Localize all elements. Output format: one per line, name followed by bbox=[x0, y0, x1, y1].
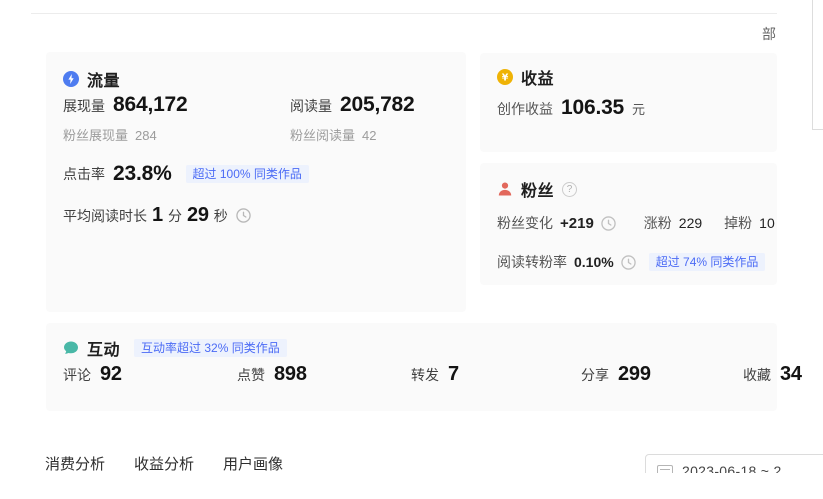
fan-gain-label: 涨粉 bbox=[644, 213, 672, 233]
avg-read-seconds: 29 bbox=[187, 204, 209, 227]
coin-icon: ¥ bbox=[497, 69, 513, 85]
fan-impressions-metric: 粉丝展现量 284 bbox=[63, 125, 157, 144]
help-icon[interactable]: ? bbox=[562, 182, 577, 197]
top-divider bbox=[31, 13, 777, 14]
favorites-label: 收藏 bbox=[743, 365, 771, 385]
right-popover-edge bbox=[812, 0, 823, 130]
revenue-card-title: 收益 bbox=[521, 65, 554, 89]
fan-impressions-label: 粉丝展现量 bbox=[63, 125, 128, 144]
bottom-clip-overlay bbox=[0, 473, 823, 499]
top-right-note: 部 bbox=[762, 24, 778, 44]
ctr-value: 23.8% bbox=[113, 162, 172, 186]
fan-reads-value: 42 bbox=[362, 128, 376, 143]
shares-stat: 分享 299 bbox=[581, 363, 651, 386]
history-clock-icon[interactable] bbox=[236, 208, 251, 223]
fan-change-row: 粉丝变化 +219 涨粉 229 掉粉 10 bbox=[497, 213, 775, 233]
fans-card-title: 粉丝 bbox=[521, 177, 554, 201]
lightning-icon bbox=[63, 71, 79, 87]
revenue-card-header: ¥ 收益 bbox=[497, 65, 554, 89]
fan-loss-value: 10 bbox=[759, 215, 775, 231]
reads-metric: 阅读量 205,782 bbox=[290, 93, 415, 117]
conversion-label: 阅读转粉率 bbox=[497, 252, 567, 272]
conversion-row: 阅读转粉率 0.10% 超过 74% 同类作品 bbox=[497, 252, 765, 272]
impressions-value: 864,172 bbox=[113, 93, 188, 117]
fan-loss-label: 掉粉 bbox=[724, 213, 752, 233]
chat-bubble-icon bbox=[63, 340, 79, 356]
fans-card: 粉丝 ? 粉丝变化 +219 涨粉 229 掉粉 10 阅读转粉率 0.10% … bbox=[480, 163, 777, 285]
conversion-clock-icon[interactable] bbox=[621, 255, 636, 270]
fans-card-header: 粉丝 ? bbox=[497, 177, 577, 201]
reads-label: 阅读量 bbox=[290, 96, 332, 116]
seconds-unit: 秒 bbox=[214, 206, 228, 226]
tab-revenue-analysis[interactable]: 收益分析 bbox=[134, 453, 194, 474]
fan-impressions-value: 284 bbox=[135, 128, 157, 143]
fan-change-label: 粉丝变化 bbox=[497, 213, 553, 233]
reposts-label: 转发 bbox=[411, 365, 439, 385]
revenue-card: ¥ 收益 创作收益 106.35 元 bbox=[480, 53, 777, 152]
interaction-benchmark-badge: 互动率超过 32% 同类作品 bbox=[134, 339, 287, 357]
impressions-metric: 展现量 864,172 bbox=[63, 93, 188, 117]
shares-value: 299 bbox=[618, 363, 651, 386]
likes-stat: 点赞 898 bbox=[237, 363, 307, 386]
minutes-unit: 分 bbox=[168, 206, 182, 226]
fan-gain-value: 229 bbox=[679, 215, 702, 231]
ctr-label: 点击率 bbox=[63, 164, 105, 184]
fan-change-value: +219 bbox=[560, 215, 594, 232]
ctr-benchmark-badge: 超过 100% 同类作品 bbox=[186, 165, 309, 183]
comments-stat: 评论 92 bbox=[63, 363, 122, 386]
impressions-label: 展现量 bbox=[63, 96, 105, 116]
interaction-card-header: 互动 互动率超过 32% 同类作品 bbox=[63, 336, 287, 360]
currency-unit: 元 bbox=[632, 99, 645, 118]
analysis-tabs: 消费分析 收益分析 用户画像 bbox=[45, 453, 283, 474]
likes-label: 点赞 bbox=[237, 365, 265, 385]
comments-value: 92 bbox=[100, 363, 122, 386]
avg-read-minutes: 1 bbox=[152, 204, 163, 227]
creation-revenue-metric: 创作收益 106.35 元 bbox=[497, 96, 645, 120]
conversion-value: 0.10% bbox=[574, 254, 614, 270]
creation-revenue-value: 106.35 bbox=[561, 96, 624, 120]
fan-reads-label: 粉丝阅读量 bbox=[290, 125, 355, 144]
analytics-dashboard: { "page": { "top_right_note": "部", "date… bbox=[0, 0, 823, 499]
likes-value: 898 bbox=[274, 363, 307, 386]
reposts-stat: 转发 7 bbox=[411, 363, 459, 386]
traffic-card-title: 流量 bbox=[87, 67, 120, 91]
conversion-benchmark-badge: 超过 74% 同类作品 bbox=[649, 253, 766, 271]
interaction-card-title: 互动 bbox=[87, 336, 120, 360]
traffic-card: 流量 展现量 864,172 阅读量 205,782 粉丝展现量 284 粉丝阅… bbox=[46, 52, 466, 312]
tab-user-profile[interactable]: 用户画像 bbox=[223, 453, 283, 474]
avg-read-time-label: 平均阅读时长 bbox=[63, 206, 147, 226]
avg-read-time-metric: 平均阅读时长 1 分 29 秒 bbox=[63, 204, 251, 227]
reposts-value: 7 bbox=[448, 363, 459, 386]
reads-value: 205,782 bbox=[340, 93, 415, 117]
favorites-value: 34 bbox=[780, 363, 802, 386]
creation-revenue-label: 创作收益 bbox=[497, 99, 553, 119]
svg-text:¥: ¥ bbox=[502, 73, 509, 84]
fan-change-clock-icon[interactable] bbox=[601, 216, 616, 231]
tab-consumption-analysis[interactable]: 消费分析 bbox=[45, 453, 105, 474]
fan-reads-metric: 粉丝阅读量 42 bbox=[290, 125, 376, 144]
traffic-card-header: 流量 bbox=[63, 67, 120, 91]
shares-label: 分享 bbox=[581, 365, 609, 385]
person-icon bbox=[497, 181, 513, 197]
interaction-card: 互动 互动率超过 32% 同类作品 评论 92 点赞 898 转发 7 分享 2… bbox=[46, 323, 777, 411]
comments-label: 评论 bbox=[63, 365, 91, 385]
favorites-stat: 收藏 34 bbox=[743, 363, 802, 386]
ctr-metric: 点击率 23.8% 超过 100% 同类作品 bbox=[63, 162, 309, 186]
